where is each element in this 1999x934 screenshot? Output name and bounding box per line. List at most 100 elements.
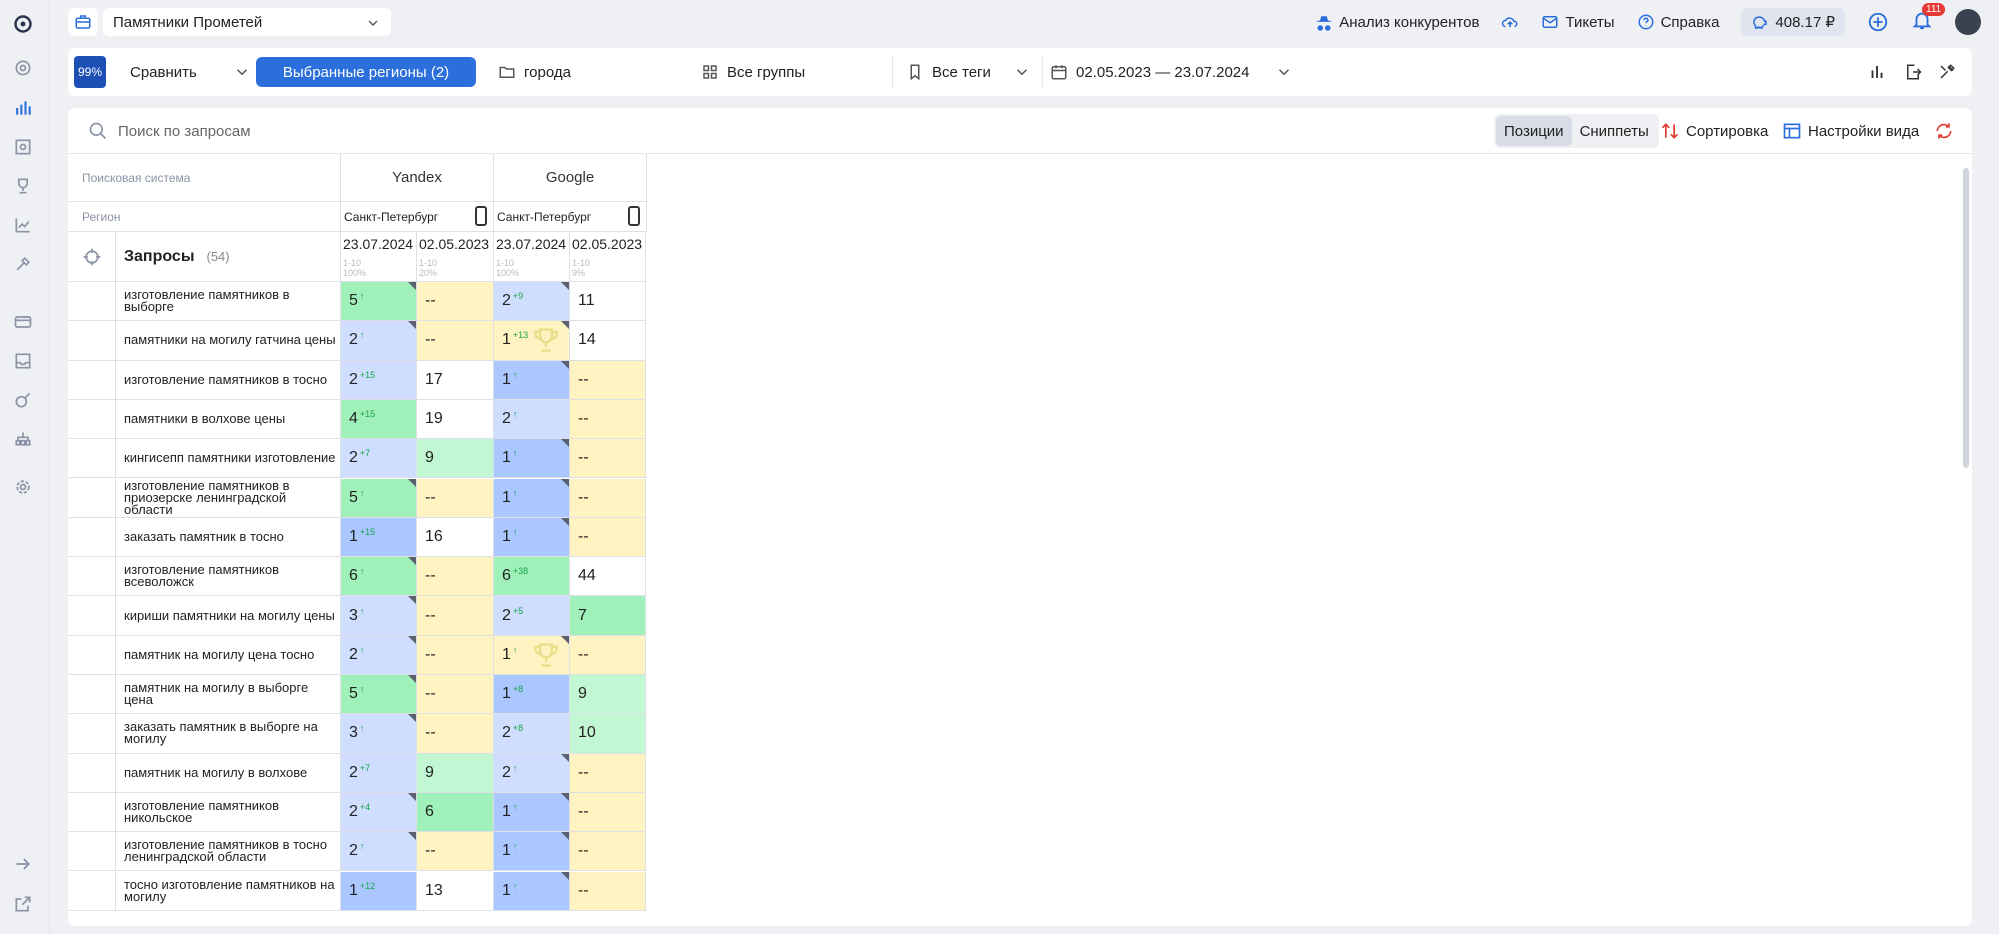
trophy-icon[interactable]: [11, 174, 35, 198]
position-cell[interactable]: --: [417, 321, 494, 361]
analysis-icon[interactable]: [11, 135, 35, 159]
dashboard-icon[interactable]: [11, 56, 35, 80]
row-selector[interactable]: [68, 321, 116, 361]
balance-button[interactable]: 408.17 ₽: [1741, 8, 1845, 36]
position-cell[interactable]: 16: [417, 517, 494, 558]
position-cell[interactable]: 2 +8: [494, 714, 570, 754]
row-selector[interactable]: [68, 832, 116, 872]
position-cell[interactable]: 2 +7: [341, 439, 417, 479]
position-cell[interactable]: 1 ↑: [494, 871, 570, 911]
row-selector[interactable]: [68, 714, 116, 754]
compare-select[interactable]: Сравнить: [130, 48, 251, 96]
date-column-header[interactable]: 23.07.2024 1-10 100%: [494, 232, 570, 282]
position-cell[interactable]: 9: [417, 439, 494, 479]
row-selector[interactable]: [68, 399, 116, 440]
position-cell[interactable]: 7: [570, 596, 646, 636]
query-text[interactable]: памятники на могилу гатчина цены: [116, 321, 341, 361]
position-cell[interactable]: --: [417, 832, 494, 872]
position-cell[interactable]: --: [417, 478, 494, 518]
sitemap-icon[interactable]: [11, 427, 35, 451]
position-cell[interactable]: --: [570, 792, 646, 833]
position-cell[interactable]: 2 ↑: [494, 399, 570, 440]
position-cell[interactable]: 10: [570, 714, 646, 754]
query-text[interactable]: заказать памятник в тосно: [116, 517, 341, 558]
query-text[interactable]: изготовление памятников никольское: [116, 792, 341, 833]
position-cell[interactable]: 6: [417, 792, 494, 833]
query-text[interactable]: изготовление памятников в тосно ленингра…: [116, 832, 341, 872]
positions-tab[interactable]: Позиции: [1496, 116, 1572, 146]
row-selector[interactable]: [68, 282, 116, 322]
position-cell[interactable]: 6 +38: [494, 557, 570, 597]
export-button[interactable]: [1904, 48, 1922, 96]
position-cell[interactable]: 11: [570, 282, 646, 322]
date-column-header[interactable]: 23.07.2024 1-10 100%: [341, 232, 417, 282]
position-cell[interactable]: 1 +8: [494, 675, 570, 715]
refresh-button[interactable]: [1934, 114, 1954, 148]
tags-select[interactable]: Все теги: [906, 48, 1031, 96]
query-text[interactable]: изготовление памятников в приозерске лен…: [116, 478, 341, 518]
position-cell[interactable]: 2 +9: [494, 282, 570, 322]
position-cell[interactable]: 1 ↑: [494, 792, 570, 833]
position-cell[interactable]: 13: [417, 871, 494, 911]
selected-regions-button[interactable]: Выбранные регионы (2): [256, 57, 476, 87]
position-cell[interactable]: 17: [417, 360, 494, 400]
queries-header[interactable]: Запросы (54): [116, 232, 341, 282]
query-text[interactable]: памятник на могилу в волхове: [116, 753, 341, 793]
query-text[interactable]: кириши памятники на могилу цены: [116, 596, 341, 636]
date-column-header[interactable]: 02.05.2023 1-10 20%: [417, 232, 494, 282]
position-cell[interactable]: 1 +13: [494, 321, 570, 361]
position-cell[interactable]: 1 ↑: [494, 517, 570, 558]
date-range-select[interactable]: 02.05.2023 — 23.07.2024: [1050, 48, 1293, 96]
position-cell[interactable]: 2 ↑: [341, 321, 417, 361]
position-cell[interactable]: 2 ↑: [341, 832, 417, 872]
project-select[interactable]: Памятники Прометей: [103, 8, 391, 36]
settings-icon[interactable]: [11, 475, 35, 499]
position-cell[interactable]: 2 ↑: [341, 635, 417, 675]
search-input[interactable]: [118, 118, 718, 144]
position-cell[interactable]: 14: [570, 321, 646, 361]
query-text[interactable]: тосно изготовление памятников на могилу: [116, 871, 341, 911]
position-cell[interactable]: 2 +15: [341, 360, 417, 400]
position-cell[interactable]: --: [417, 675, 494, 715]
query-text[interactable]: кингисепп памятники изготовление: [116, 439, 341, 479]
position-cell[interactable]: 1 +15: [341, 517, 417, 558]
position-cell[interactable]: 5 ↑: [341, 478, 417, 518]
sort-button[interactable]: Сортировка: [1660, 114, 1768, 148]
query-text[interactable]: изготовление памятников в выборге: [116, 282, 341, 322]
position-cell[interactable]: 2 ↑: [494, 753, 570, 793]
row-selector[interactable]: [68, 675, 116, 715]
position-cell[interactable]: 3 ↑: [341, 596, 417, 636]
row-selector[interactable]: [68, 478, 116, 518]
notifications-button[interactable]: 111: [1911, 3, 1946, 35]
crosshair-icon[interactable]: [82, 247, 102, 267]
external-link-icon[interactable]: [11, 892, 35, 916]
position-cell[interactable]: 3 ↑: [341, 714, 417, 754]
competitors-link[interactable]: Анализ конкурентов: [1315, 13, 1479, 31]
edit-icon[interactable]: [11, 388, 35, 412]
row-selector[interactable]: [68, 439, 116, 479]
position-cell[interactable]: --: [570, 439, 646, 479]
row-selector[interactable]: [68, 557, 116, 597]
position-cell[interactable]: --: [417, 282, 494, 322]
position-cell[interactable]: 1 ↑: [494, 635, 570, 675]
date-column-header[interactable]: 02.05.2023 1-10 9%: [570, 232, 646, 282]
position-cell[interactable]: --: [570, 399, 646, 440]
briefcase-icon[interactable]: [68, 8, 98, 36]
position-cell[interactable]: 4 +15: [341, 399, 417, 440]
row-selector[interactable]: [68, 792, 116, 833]
position-cell[interactable]: --: [417, 557, 494, 597]
position-cell[interactable]: --: [417, 635, 494, 675]
position-cell[interactable]: 1 ↑: [494, 360, 570, 400]
position-cell[interactable]: --: [570, 635, 646, 675]
groups-select[interactable]: Все группы: [701, 48, 805, 96]
positions-chart-icon[interactable]: [11, 96, 35, 120]
query-text[interactable]: заказать памятник в выборге на могилу: [116, 714, 341, 754]
position-cell[interactable]: 6 ↑: [341, 557, 417, 597]
position-cell[interactable]: 19: [417, 399, 494, 440]
query-text[interactable]: изготовление памятников в тосно: [116, 360, 341, 400]
query-text[interactable]: памятник на могилу цена тосно: [116, 635, 341, 675]
position-cell[interactable]: 9: [417, 753, 494, 793]
tools-icon[interactable]: [11, 252, 35, 276]
scrollbar[interactable]: [1963, 168, 1969, 468]
position-cell[interactable]: 1 +12: [341, 871, 417, 911]
